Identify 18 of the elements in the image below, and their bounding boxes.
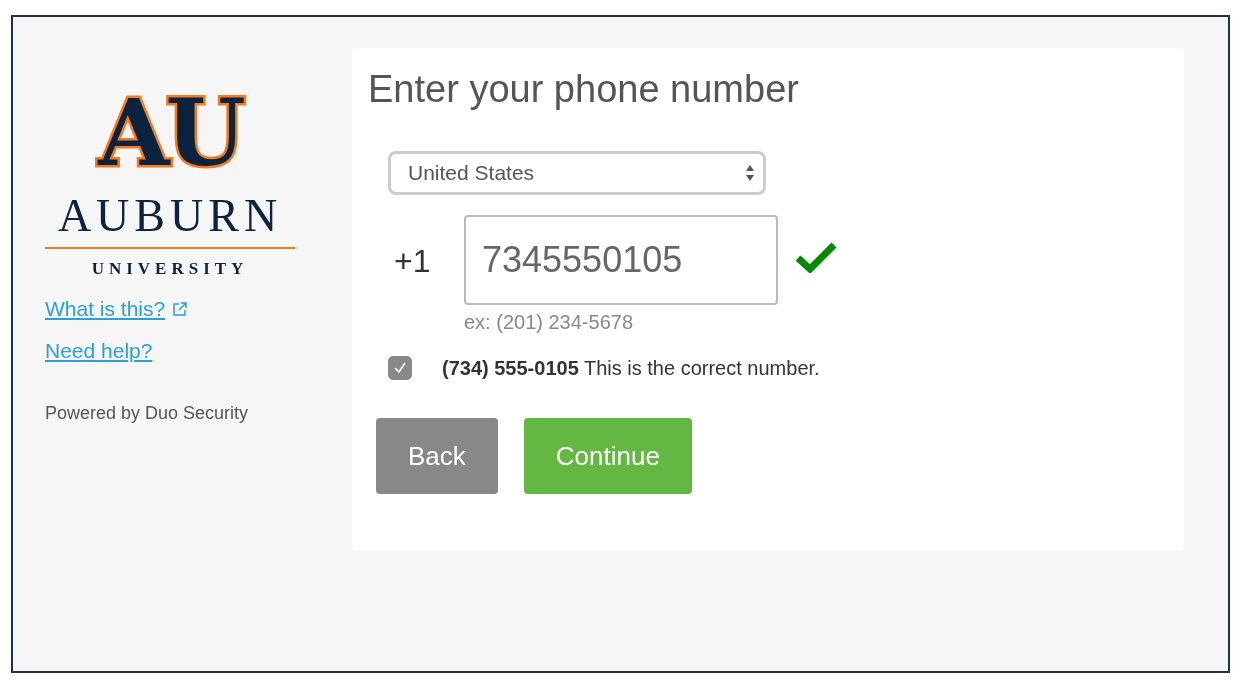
university-subtitle: UNIVERSITY bbox=[91, 259, 249, 279]
external-link-icon bbox=[172, 301, 189, 317]
select-arrows-icon bbox=[745, 164, 755, 182]
phone-input[interactable]: 7345550105 bbox=[464, 215, 778, 305]
continue-button[interactable]: Continue bbox=[523, 418, 692, 494]
confirm-label: (734) 555-0105 This is the correct number. bbox=[442, 356, 820, 380]
country-code: +1 bbox=[394, 243, 432, 280]
powered-by-text: Powered by Duo Security bbox=[45, 403, 250, 424]
back-button[interactable]: Back bbox=[376, 418, 498, 494]
university-name: AUBURN bbox=[57, 193, 283, 239]
help-link[interactable]: Need help? bbox=[45, 339, 153, 363]
form-title: Enter your phone number bbox=[368, 68, 800, 111]
checkmark-icon bbox=[393, 361, 407, 375]
help-link[interactable]: What is this? bbox=[45, 297, 189, 321]
logo-monogram: AU bbox=[80, 61, 260, 187]
country-select[interactable]: United States bbox=[388, 151, 766, 195]
example-hint: ex: (201) 234-5678 bbox=[464, 311, 634, 334]
confirm-checkbox[interactable] bbox=[388, 356, 412, 380]
